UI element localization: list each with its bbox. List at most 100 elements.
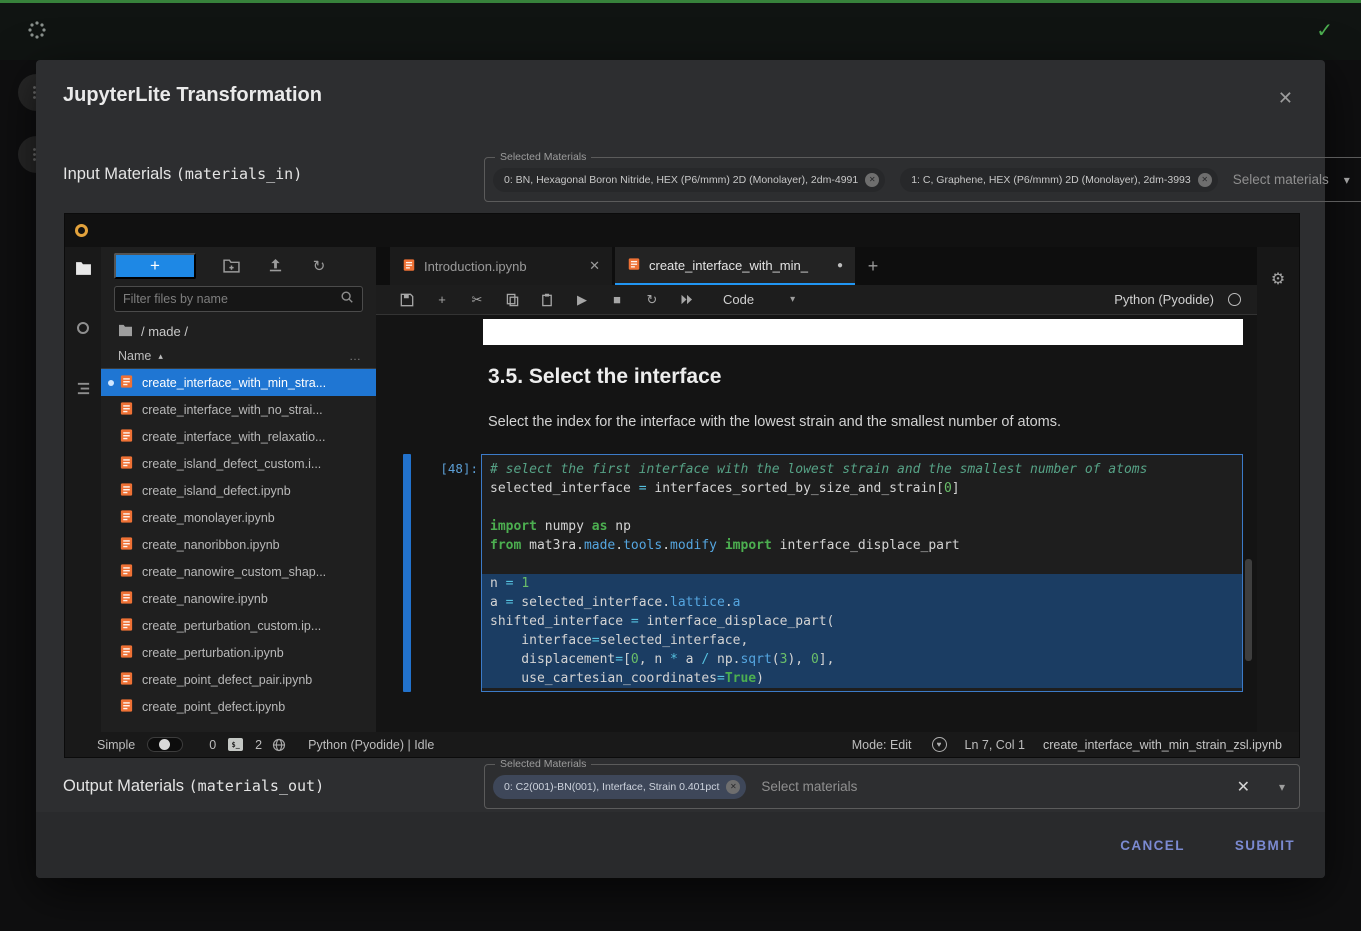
upload-icon[interactable] bbox=[266, 257, 284, 275]
more-options-icon[interactable]: … bbox=[349, 349, 362, 363]
output-materials-label: Output Materials (materials_out) bbox=[63, 777, 324, 796]
chevron-down-icon[interactable]: ▾ bbox=[1279, 780, 1285, 794]
check-icon[interactable]: ✓ bbox=[1316, 18, 1333, 43]
material-chip[interactable]: 0: BN, Hexagonal Boron Nitride, HEX (P6/… bbox=[493, 168, 885, 192]
paste-icon[interactable] bbox=[539, 292, 555, 308]
notebook-file-icon bbox=[627, 257, 641, 274]
chevron-down-icon: ▾ bbox=[790, 294, 795, 305]
code-editor[interactable]: # select the first interface with the lo… bbox=[481, 454, 1243, 692]
copy-icon[interactable] bbox=[504, 292, 520, 308]
file-list-item[interactable]: create_perturbation.ipynb bbox=[101, 639, 376, 666]
new-folder-icon[interactable] bbox=[222, 257, 240, 275]
heart-icon[interactable]: ♥ bbox=[932, 737, 947, 752]
kernel-name[interactable]: Python (Pyodide) bbox=[1114, 292, 1214, 307]
dialog-title: JupyterLite Transformation bbox=[63, 84, 322, 107]
add-tab-icon[interactable]: + bbox=[858, 247, 888, 285]
chip-remove-icon[interactable]: ✕ bbox=[1198, 173, 1212, 187]
file-browser-icon[interactable] bbox=[74, 259, 92, 277]
stop-icon[interactable]: ■ bbox=[609, 292, 625, 308]
folder-icon bbox=[118, 324, 133, 340]
kernel-status-icon[interactable] bbox=[1228, 293, 1241, 306]
output-materials-label-text: Output Materials bbox=[63, 777, 189, 795]
material-chip[interactable]: 1: C, Graphene, HEX (P6/mmm) 2D (Monolay… bbox=[900, 168, 1218, 192]
notebook-file-icon bbox=[119, 374, 134, 392]
notebook-file-icon bbox=[119, 590, 134, 608]
add-cell-icon[interactable]: + bbox=[434, 292, 450, 308]
file-list-item[interactable]: create_monolayer.ipynb bbox=[101, 504, 376, 531]
cell-execution-prompt: [48]: bbox=[420, 461, 478, 476]
file-name: create_nanowire.ipynb bbox=[142, 592, 268, 606]
section-description: Select the index for the interface with … bbox=[488, 414, 1061, 430]
cancel-button[interactable]: CANCEL bbox=[1120, 838, 1185, 853]
run-icon[interactable]: ▶ bbox=[574, 292, 590, 308]
file-list-item[interactable]: create_point_defect_pair.ipynb bbox=[101, 666, 376, 693]
simple-mode-toggle[interactable] bbox=[147, 737, 183, 752]
kernel-count[interactable]: 2 bbox=[255, 738, 262, 752]
globe-icon[interactable] bbox=[272, 738, 286, 752]
scrollbar-thumb[interactable] bbox=[1245, 559, 1252, 661]
chevron-down-icon[interactable]: ▾ bbox=[1344, 173, 1350, 187]
breadcrumb[interactable]: / made / bbox=[101, 319, 376, 344]
file-list-item[interactable]: create_nanowire.ipynb bbox=[101, 585, 376, 612]
file-browser-panel: + ↻ bbox=[101, 247, 376, 732]
notebook-file-icon bbox=[119, 644, 134, 662]
chip-remove-icon[interactable]: ✕ bbox=[865, 173, 879, 187]
kernel-status-text[interactable]: Python (Pyodide) | Idle bbox=[308, 738, 434, 752]
cursor-position[interactable]: Ln 7, Col 1 bbox=[965, 738, 1025, 752]
file-list-item[interactable]: create_interface_with_min_stra... bbox=[101, 369, 376, 396]
unsaved-dot-icon: ● bbox=[837, 260, 843, 271]
file-list-item[interactable]: create_nanowire_custom_shap... bbox=[101, 558, 376, 585]
notebook-content: 3.5. Select the interface Select the ind… bbox=[376, 315, 1257, 732]
tab-label: Introduction.ipynb bbox=[424, 259, 581, 274]
file-name: create_island_defect_custom.i... bbox=[142, 457, 321, 471]
refresh-icon[interactable]: ↻ bbox=[310, 257, 328, 275]
file-filter-input[interactable] bbox=[123, 292, 340, 306]
tab-introduction[interactable]: Introduction.ipynb ✕ bbox=[390, 247, 612, 285]
gear-icon[interactable]: ⚙ bbox=[1271, 269, 1285, 289]
dialog-actions: CANCEL SUBMIT bbox=[36, 812, 1325, 878]
file-list-item[interactable]: create_interface_with_relaxatio... bbox=[101, 423, 376, 450]
material-chip[interactable]: 0: C2(001)-BN(001), Interface, Strain 0.… bbox=[493, 775, 746, 799]
input-materials-group-label: Selected Materials bbox=[495, 151, 591, 163]
file-list-item[interactable]: create_island_defect.ipynb bbox=[101, 477, 376, 504]
select-materials-placeholder: Select materials bbox=[1233, 172, 1329, 187]
app-logo-icon[interactable] bbox=[26, 19, 48, 41]
file-list-item[interactable]: create_nanoribbon.ipynb bbox=[101, 531, 376, 558]
close-icon[interactable]: ✕ bbox=[1278, 88, 1293, 109]
chip-remove-icon[interactable]: ✕ bbox=[726, 780, 740, 794]
notebook-toolbar: + ✂ ▶ ■ ↻ Code ▾ bbox=[376, 285, 1257, 315]
input-materials-select[interactable]: Selected Materials 0: BN, Hexagonal Boro… bbox=[484, 157, 1361, 202]
terminal-icon[interactable]: $_ bbox=[228, 738, 243, 751]
restart-kernel-icon[interactable]: ↻ bbox=[644, 292, 660, 308]
file-name: create_point_defect_pair.ipynb bbox=[142, 673, 312, 687]
file-list-header[interactable]: Name ▴ … bbox=[101, 344, 376, 369]
terminal-count[interactable]: 0 bbox=[209, 738, 216, 752]
restart-run-all-icon[interactable] bbox=[679, 292, 695, 308]
tab-create-interface[interactable]: create_interface_with_min_ ● bbox=[615, 247, 855, 285]
previous-cell-output bbox=[483, 319, 1243, 345]
jupyter-menu-bar bbox=[65, 214, 1299, 247]
cell-type-dropdown[interactable]: Code ▾ bbox=[723, 292, 795, 307]
cut-icon[interactable]: ✂ bbox=[469, 292, 485, 308]
table-of-contents-icon[interactable] bbox=[74, 379, 92, 397]
running-sessions-icon[interactable] bbox=[74, 319, 92, 337]
save-icon[interactable] bbox=[399, 292, 415, 308]
input-materials-label-text: Input Materials bbox=[63, 165, 176, 183]
activity-bar bbox=[65, 247, 101, 732]
output-materials-select[interactable]: Selected Materials 0: C2(001)-BN(001), I… bbox=[484, 764, 1300, 809]
submit-button[interactable]: SUBMIT bbox=[1235, 838, 1295, 853]
tab-label: create_interface_with_min_ bbox=[649, 258, 829, 273]
file-list-item[interactable]: create_point_defect.ipynb bbox=[101, 693, 376, 720]
file-list-item[interactable]: create_island_defect_custom.i... bbox=[101, 450, 376, 477]
right-sidebar: ⚙ bbox=[1257, 247, 1299, 732]
tab-close-icon[interactable]: ✕ bbox=[589, 258, 600, 274]
file-list-item[interactable]: create_interface_with_no_strai... bbox=[101, 396, 376, 423]
material-chip-label: 1: C, Graphene, HEX (P6/mmm) 2D (Monolay… bbox=[911, 174, 1191, 186]
cell-collapser[interactable] bbox=[403, 454, 411, 692]
name-column-header: Name bbox=[118, 349, 151, 363]
file-filter-box bbox=[114, 286, 363, 312]
clear-icon[interactable]: ✕ bbox=[1237, 777, 1250, 797]
file-browser-toolbar: + ↻ bbox=[101, 247, 376, 284]
new-launcher-button[interactable]: + bbox=[114, 253, 196, 279]
file-list-item[interactable]: create_perturbation_custom.ip... bbox=[101, 612, 376, 639]
